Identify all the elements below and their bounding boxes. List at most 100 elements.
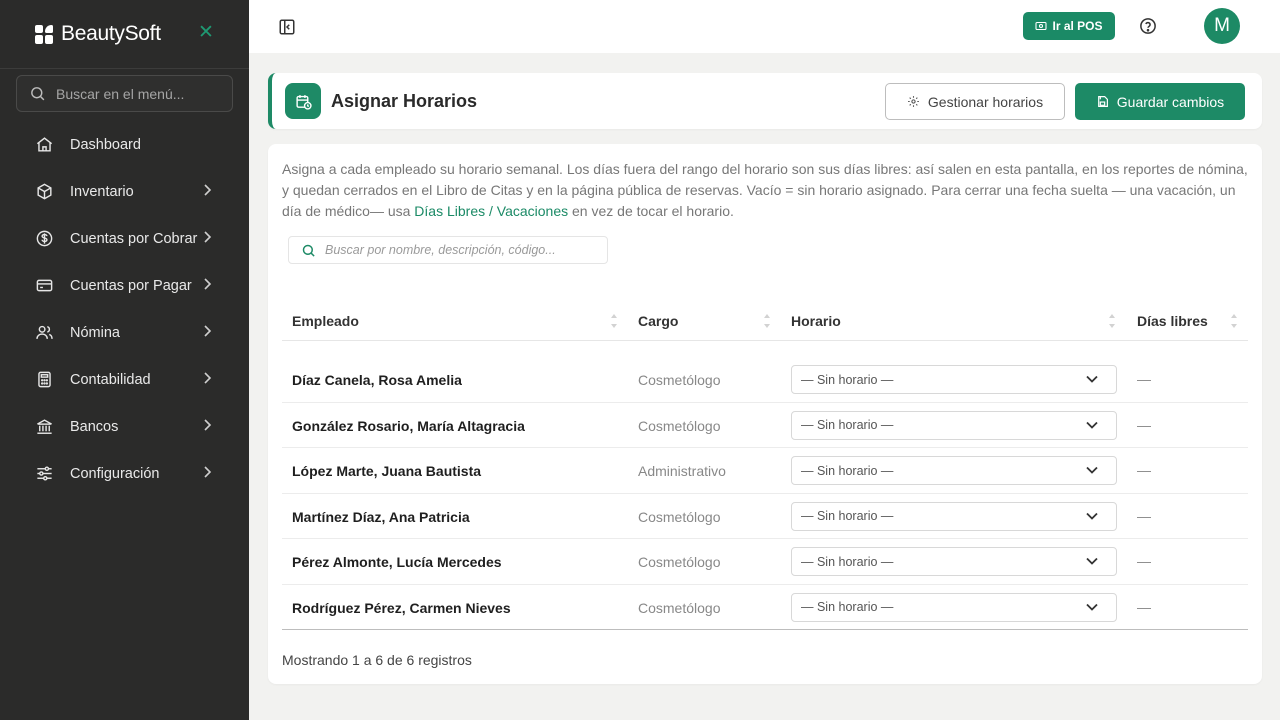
schedule-select[interactable]: — Sin horario — [791, 456, 1117, 485]
sidebar-item-label: Bancos [70, 418, 119, 435]
days-off-link[interactable]: Días Libres / Vacaciones [414, 203, 568, 219]
topbar: Ir al POS M [249, 0, 1280, 53]
gear-icon [907, 96, 919, 107]
sidebar-item-nomina[interactable]: Nómina [0, 309, 249, 356]
bank-icon [35, 417, 54, 436]
sidebar: BeautySoft ✕ Dashboard Inventario Cuenta… [0, 0, 249, 720]
help-icon[interactable] [1139, 17, 1157, 35]
schedule-select[interactable]: — Sin horario — [791, 410, 1117, 440]
go-to-pos-button[interactable]: Ir al POS [1023, 12, 1115, 40]
chevron-right-icon [204, 231, 212, 243]
sidebar-item-bancos[interactable]: Bancos [0, 403, 249, 450]
pagination-summary: Mostrando 1 a 6 de 6 registros [282, 652, 472, 668]
column-header-horario[interactable]: Horario [791, 313, 841, 329]
schedule-select[interactable]: — Sin horario — [791, 547, 1117, 576]
description-post: en vez de tocar el horario. [568, 203, 734, 219]
sidebar-item-inventario[interactable]: Inventario [0, 168, 249, 215]
close-sidebar-icon[interactable]: ✕ [198, 23, 214, 43]
sidebar-item-label: Dashboard [70, 136, 141, 153]
table-row: Martínez Díaz, Ana Patricia Cosmetólogo … [282, 494, 1248, 539]
schedule-select-value: — Sin horario — [801, 554, 894, 569]
cash-icon [1035, 21, 1048, 31]
save-changes-label: Guardar cambios [1116, 93, 1225, 110]
chevron-right-icon [204, 184, 212, 196]
days-off-value: — [1137, 371, 1151, 387]
table-row: Díaz Canela, Rosa Amelia Cosmetólogo — S… [282, 357, 1248, 403]
schedule-select-value: — Sin horario — [801, 509, 894, 523]
description-text: Asigna a cada empleado su horario semana… [282, 159, 1252, 222]
chevron-right-icon [204, 419, 212, 431]
sidebar-item-label: Nómina [70, 324, 120, 341]
chevron-down-icon [1086, 466, 1098, 474]
dollar-circle-icon [35, 229, 54, 248]
schedule-select[interactable]: — Sin horario — [791, 501, 1117, 531]
chevron-down-icon [1086, 557, 1098, 565]
calculator-icon [35, 370, 54, 389]
manage-schedules-button[interactable]: Gestionar horarios [885, 83, 1065, 120]
page-title: Asignar Horarios [331, 91, 478, 111]
days-off-value: — [1137, 598, 1151, 615]
brand: BeautySoft ✕ [0, 0, 249, 69]
users-icon [35, 323, 54, 342]
sidebar-item-cuentas-por-pagar[interactable]: Cuentas por Pagar [0, 262, 249, 309]
table-body: Díaz Canela, Rosa Amelia Cosmetólogo — S… [282, 357, 1248, 630]
search-icon [302, 244, 315, 257]
days-off-value: — [1137, 416, 1151, 433]
schedule-select-value: — Sin horario — [801, 463, 894, 478]
chevron-down-icon [1086, 512, 1098, 520]
table-search-input[interactable] [325, 243, 605, 257]
days-off-value: — [1137, 462, 1151, 478]
table-search [288, 236, 608, 264]
employee-name: González Rosario, María Altagracia [292, 417, 525, 434]
employee-name: Pérez Almonte, Lucía Mercedes [292, 554, 502, 570]
brand-logo-icon [35, 24, 54, 44]
sidebar-item-dashboard[interactable]: Dashboard [0, 121, 249, 168]
table-row: González Rosario, María Altagracia Cosme… [282, 403, 1248, 448]
sidebar-item-contabilidad[interactable]: Contabilidad [0, 356, 249, 403]
schedule-select[interactable]: — Sin horario — [791, 365, 1117, 394]
sidebar-item-configuracion[interactable]: Configuración [0, 450, 249, 497]
credit-card-icon [35, 276, 54, 295]
chevron-down-icon [1086, 375, 1098, 383]
sliders-icon [35, 464, 54, 483]
employee-role: Cosmetólogo [638, 599, 721, 616]
employee-role: Cosmetólogo [638, 554, 721, 570]
sidebar-item-cuentas-por-cobrar[interactable]: Cuentas por Cobrar [0, 215, 249, 262]
sidebar-item-label: Configuración [70, 465, 160, 482]
column-header-dias-libres[interactable]: Días libres [1137, 313, 1208, 329]
schedule-select-value: — Sin horario — [801, 600, 894, 614]
schedule-assignment-panel: Asigna a cada empleado su horario semana… [268, 144, 1262, 684]
search-icon [31, 87, 45, 101]
schedule-select-value: — Sin horario — [801, 372, 894, 387]
save-changes-button[interactable]: Guardar cambios [1075, 83, 1245, 120]
sidebar-toggle-icon[interactable] [278, 18, 296, 36]
save-icon [1097, 96, 1108, 107]
table-row: López Marte, Juana Bautista Administrati… [282, 448, 1248, 494]
table-row: Pérez Almonte, Lucía Mercedes Cosmetólog… [282, 539, 1248, 585]
days-off-value: — [1137, 507, 1151, 524]
employee-name: Rodríguez Pérez, Carmen Nieves [292, 599, 511, 616]
sort-icon[interactable] [763, 312, 771, 330]
column-header-cargo[interactable]: Cargo [638, 313, 678, 329]
home-icon [35, 135, 54, 154]
calendar-clock-icon [285, 83, 321, 119]
employee-name: Díaz Canela, Rosa Amelia [292, 372, 462, 388]
sort-icon[interactable] [610, 312, 618, 330]
sidebar-nav: Dashboard Inventario Cuentas por Cobrar … [0, 121, 249, 497]
sort-icon[interactable] [1230, 312, 1238, 330]
brand-name: BeautySoft [61, 22, 161, 45]
employee-role: Cosmetólogo [638, 372, 721, 388]
sidebar-item-label: Contabilidad [70, 371, 151, 388]
column-header-empleado[interactable]: Empleado [292, 313, 359, 329]
chevron-right-icon [204, 278, 212, 290]
manage-schedules-label: Gestionar horarios [927, 93, 1044, 110]
table-row: Rodríguez Pérez, Carmen Nieves Cosmetólo… [282, 585, 1248, 630]
sort-icon[interactable] [1108, 312, 1116, 330]
schedule-select[interactable]: — Sin horario — [791, 592, 1117, 622]
chevron-down-icon [1086, 603, 1098, 611]
avatar[interactable]: M [1204, 8, 1240, 44]
table-header: Empleado Cargo Horario Días libres [282, 304, 1248, 341]
employee-role: Cosmetólogo [638, 417, 721, 434]
employee-role: Cosmetólogo [638, 508, 721, 525]
sidebar-search-input[interactable] [56, 85, 216, 102]
